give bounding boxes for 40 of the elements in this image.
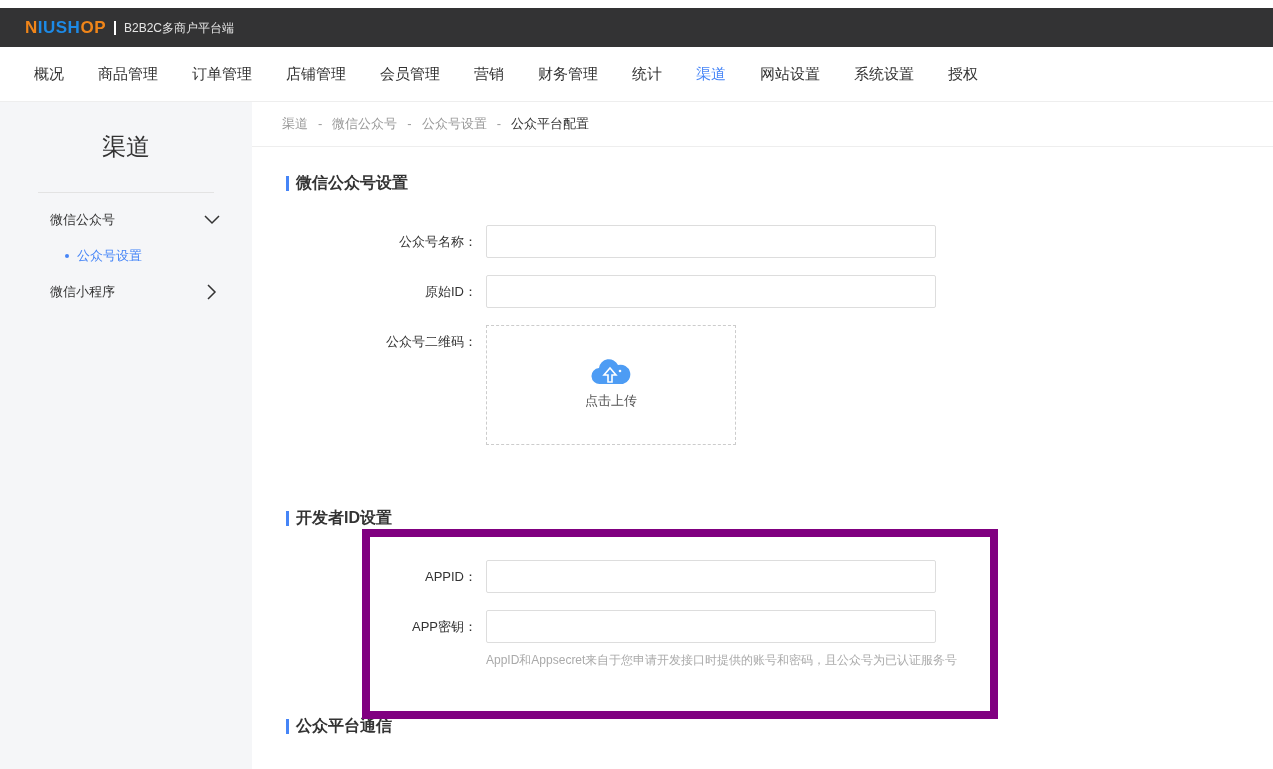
nav-tab[interactable]: 商品管理 [81,62,175,86]
breadcrumb-separator: - [496,115,502,134]
heading-bar [286,510,289,526]
sidebar-item[interactable]: 微信公众号 [50,210,115,230]
nav-tab[interactable]: 订单管理 [175,62,269,86]
breadcrumb-separator: - [407,115,412,134]
upload-area[interactable]: 点击上传 [486,325,736,445]
field-hint: AppID和Appsecret来自于您申请开发接口时提供的账号和密码，且公众号为已认证服务号 [486,652,958,669]
field-label: 原始ID： [424,283,477,301]
nav-tab[interactable]: 概况 [17,62,81,86]
input-field[interactable] [486,225,936,258]
nav-tab[interactable]: 营销 [457,62,521,86]
section-title: 开发者ID设置 [296,508,392,528]
heading-bar [286,718,289,734]
cloud-upload-icon [591,359,631,386]
nav-tab[interactable]: 授权 [931,62,995,86]
section-title: 微信公众号设置 [296,173,408,193]
upload-label: 点击上传 [585,392,637,411]
nav-tab[interactable]: 网站设置 [743,62,837,86]
nav-tab[interactable]: 财务管理 [521,62,615,86]
breadcrumb-current: 公众平台配置 [511,115,590,134]
sidebar-title: 渠道 [101,132,151,162]
nav-tab[interactable]: 系统设置 [837,62,931,86]
field-label: 公众号二维码： [385,333,477,351]
heading-bar [286,175,289,191]
nav-tab[interactable]: 渠道 [679,62,743,86]
bullet-icon [65,254,69,258]
sidebar-item[interactable]: 微信小程序 [50,282,115,302]
nav-tab[interactable]: 统计 [615,62,679,86]
header-subtitle: B2B2C多商户平台端 [113,20,234,35]
breadcrumb-separator: - [318,115,323,134]
logo: NIUSHOP [25,16,106,39]
nav-tab[interactable]: 会员管理 [363,62,457,86]
input-field[interactable] [486,275,936,308]
field-label: APP密钥： [411,618,477,636]
input-field[interactable] [486,610,936,643]
field-label: APPID： [424,568,477,586]
field-label: 公众号名称： [398,233,477,251]
nav-tab[interactable]: 店铺管理 [269,62,363,86]
input-field[interactable] [486,560,936,593]
